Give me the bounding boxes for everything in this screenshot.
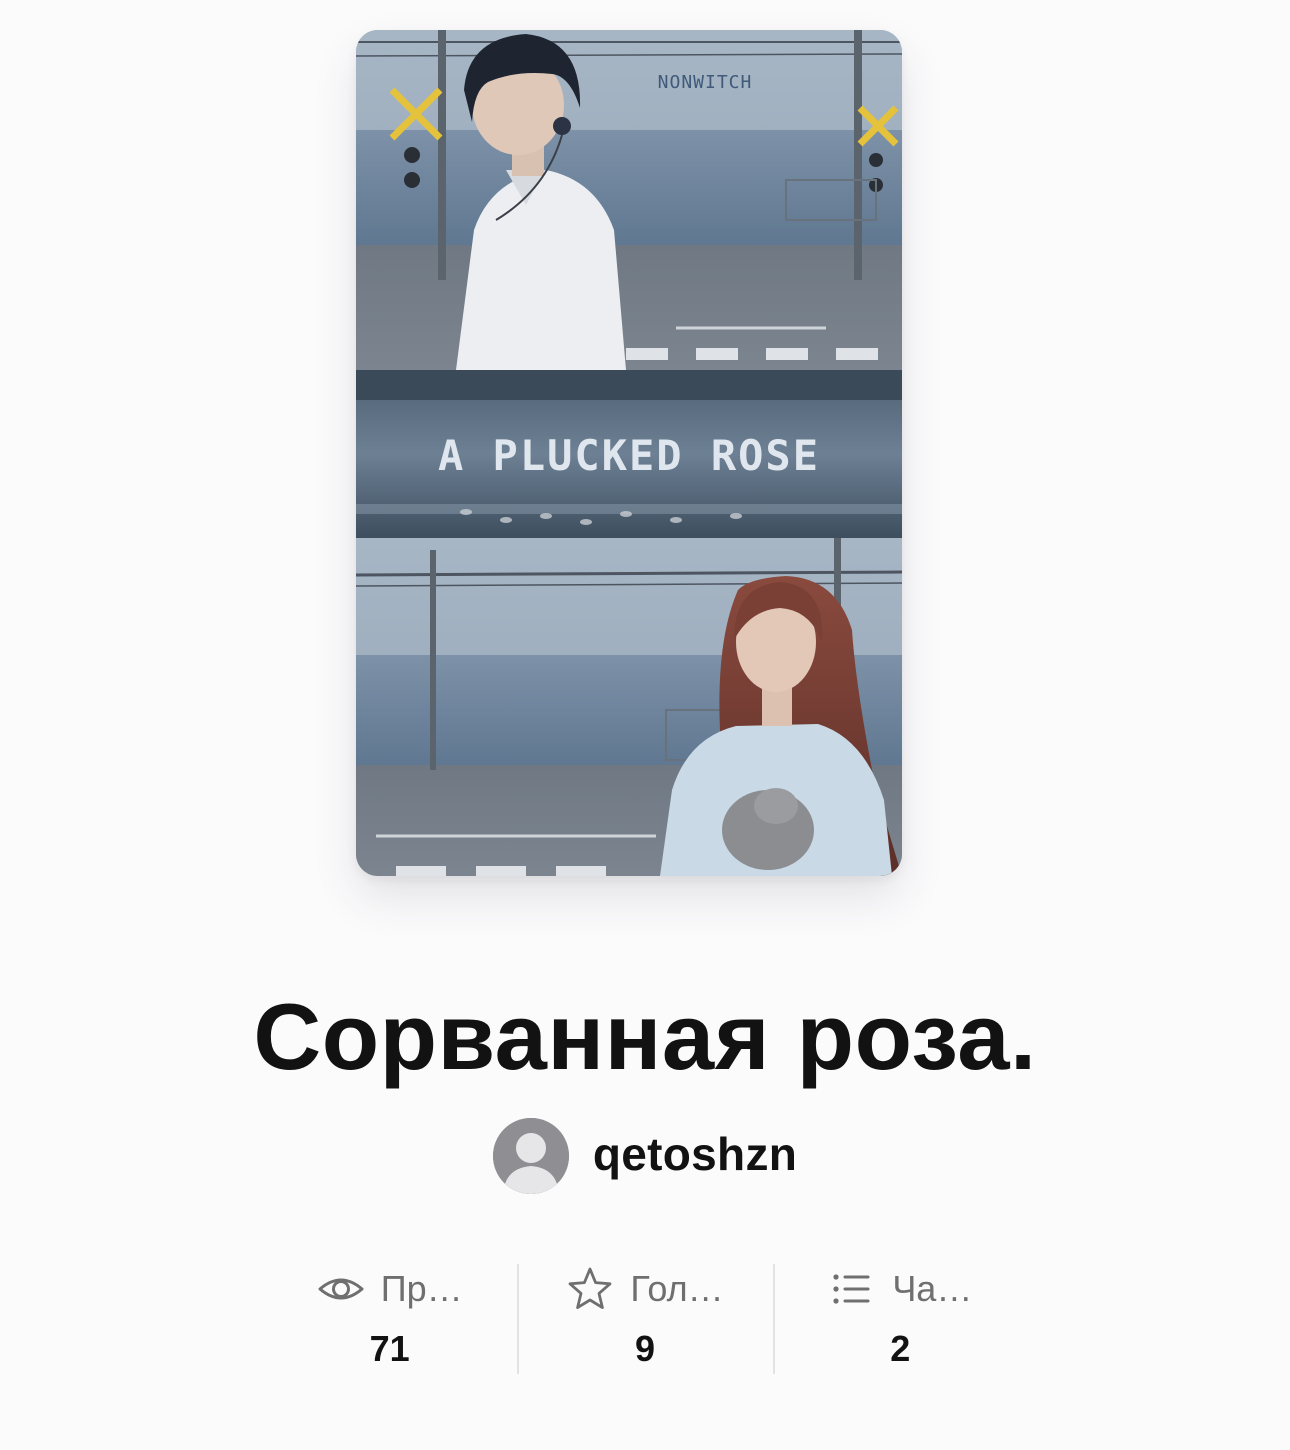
cover-title: A PLUCKED ROSE xyxy=(438,431,820,480)
eye-icon xyxy=(317,1265,365,1313)
stat-value: 71 xyxy=(369,1328,410,1369)
author-name[interactable]: qetoshzn xyxy=(593,1116,797,1196)
list-icon xyxy=(828,1265,876,1313)
stat-label: Пр… xyxy=(380,1268,463,1309)
stat-parts: Ча… 2 xyxy=(772,1262,1028,1374)
cover-watermark: NONWITCH xyxy=(658,72,753,93)
stat-votes: Гол… 9 xyxy=(517,1262,772,1374)
stat-value: 2 xyxy=(890,1328,911,1369)
star-icon xyxy=(566,1265,614,1313)
story-title: Сорванная роза. xyxy=(253,984,1037,1089)
stat-value: 9 xyxy=(634,1328,655,1369)
story-stats: Пр… 71 Гол… 9 Ча… 2 xyxy=(262,1262,1028,1374)
default-user-avatar-icon[interactable] xyxy=(492,1118,569,1194)
story-cover[interactable]: NONWITCH A PLUCKED ROSE xyxy=(356,30,902,876)
author-row[interactable]: qetoshzn xyxy=(0,1118,1290,1194)
stat-label: Гол… xyxy=(630,1268,724,1309)
stat-reads: Пр… 71 xyxy=(262,1262,517,1374)
stat-label: Ча… xyxy=(892,1268,973,1309)
